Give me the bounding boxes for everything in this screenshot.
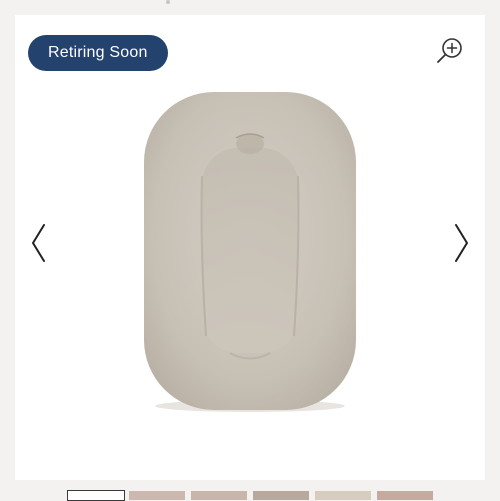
- thumbnail-image: [191, 491, 247, 500]
- thumbnail-image: [129, 491, 185, 500]
- retiring-soon-badge: Retiring Soon: [28, 35, 168, 71]
- thumbnail-image: [68, 491, 124, 500]
- chevron-right-icon: [455, 224, 468, 262]
- baby-lounger-image: [140, 86, 360, 416]
- badge-label: Retiring Soon: [48, 44, 148, 61]
- thumbnail-2[interactable]: [129, 491, 185, 500]
- thumbnail-1[interactable]: [67, 490, 125, 501]
- thumbnail-6[interactable]: [377, 491, 433, 500]
- thumbnail-4[interactable]: [253, 491, 309, 500]
- thumbnail-image: [315, 491, 371, 500]
- next-image-button[interactable]: [450, 222, 472, 264]
- top-bar-fragment: [0, 0, 500, 12]
- chevron-left-icon: [32, 224, 45, 262]
- thumbnail-3[interactable]: [191, 491, 247, 500]
- thumbnail-5[interactable]: [315, 491, 371, 500]
- thumbnail-image: [253, 491, 309, 500]
- thumbnail-image: [377, 491, 433, 500]
- zoom-button[interactable]: [436, 37, 464, 65]
- previous-image-button[interactable]: [28, 222, 50, 264]
- zoom-in-icon: [437, 38, 462, 63]
- carousel-indicator-dot: [166, 0, 170, 4]
